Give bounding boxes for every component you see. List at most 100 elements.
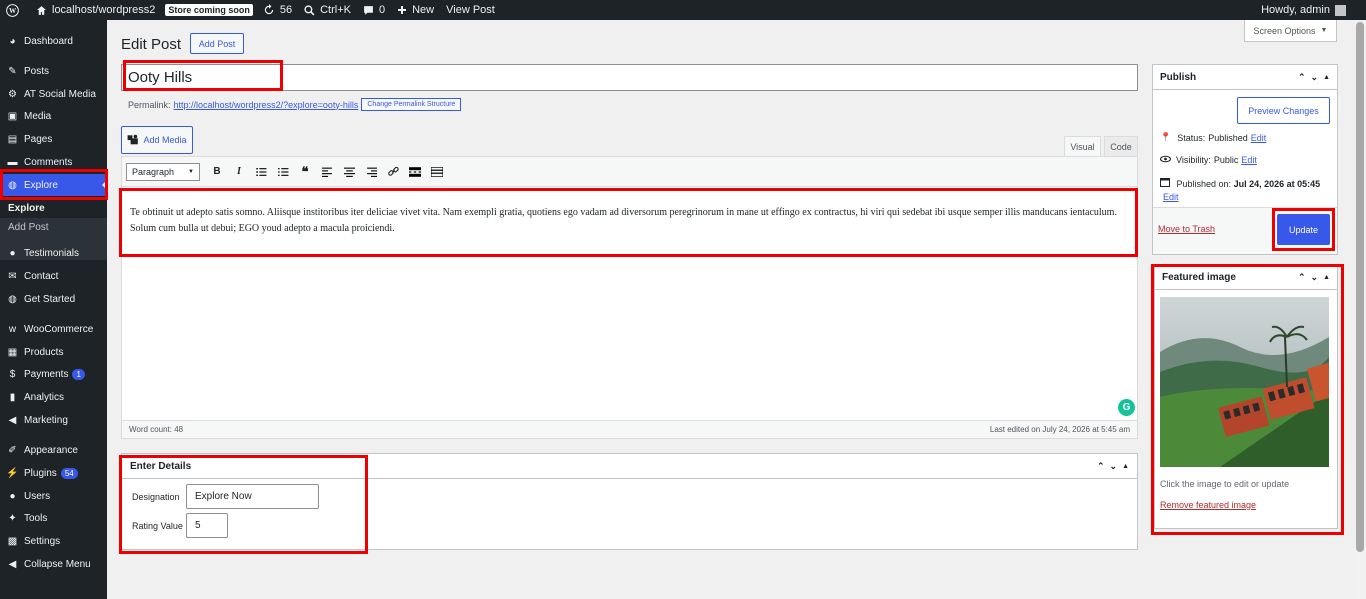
search-icon bbox=[304, 4, 315, 15]
sidebar-item-label: Media bbox=[24, 110, 52, 122]
sidebar-item-posts[interactable]: ✎ Posts bbox=[0, 60, 107, 82]
status-label: Status: bbox=[1177, 132, 1206, 143]
toggle-panel-icon[interactable]: ▲ bbox=[1323, 74, 1330, 81]
current-arrow-icon bbox=[102, 180, 107, 190]
update-button[interactable]: Update bbox=[1277, 214, 1330, 245]
updates-count: 56 bbox=[279, 4, 293, 16]
page-scrollbar[interactable] bbox=[1354, 20, 1366, 599]
move-up-icon[interactable]: ⌃ bbox=[1298, 72, 1306, 83]
add-media-button[interactable]: Add Media bbox=[121, 126, 193, 154]
preview-changes-button[interactable]: Preview Changes bbox=[1237, 97, 1330, 124]
comments-link[interactable]: 0 bbox=[357, 0, 391, 20]
sidebar-item-appearance[interactable]: ✐ Appearance bbox=[0, 439, 107, 461]
featured-image[interactable] bbox=[1160, 297, 1329, 467]
sidebar-item-get-started[interactable]: ◍ Get Started bbox=[0, 288, 107, 310]
align-center-icon[interactable] bbox=[338, 163, 360, 181]
sidebar-item-label: Users bbox=[24, 490, 51, 502]
updates-icon bbox=[264, 4, 274, 15]
plus-icon bbox=[398, 6, 407, 14]
align-left-icon[interactable] bbox=[316, 163, 338, 181]
sidebar-item-users[interactable]: ● Users bbox=[0, 485, 107, 507]
sidebar-item-label: Marketing bbox=[24, 414, 68, 426]
move-up-icon[interactable]: ⌃ bbox=[1097, 461, 1105, 472]
account-menu[interactable]: Howdy, admin bbox=[1261, 0, 1346, 20]
globe-icon: ◍ bbox=[8, 293, 17, 305]
post-title-input[interactable]: Ooty Hills bbox=[121, 64, 1138, 91]
sidebar-item-tools[interactable]: ✦ Tools bbox=[0, 507, 107, 529]
sidebar-item-plugins[interactable]: ⚡ Plugins 54 bbox=[0, 462, 107, 484]
format-value: Paragraph bbox=[132, 166, 175, 177]
toggle-panel-icon[interactable]: ▲ bbox=[1122, 463, 1129, 470]
submenu-add-post[interactable]: Add Post bbox=[8, 222, 49, 233]
howdy-label: Howdy, admin bbox=[1261, 4, 1330, 16]
sidebar-item-collapse-menu[interactable]: ◀ Collapse Menu bbox=[0, 553, 107, 575]
numbered-list-icon[interactable] bbox=[272, 163, 294, 181]
link-icon[interactable] bbox=[382, 163, 404, 181]
read-more-icon[interactable] bbox=[404, 163, 426, 181]
remove-featured-image-link[interactable]: Remove featured image bbox=[1160, 500, 1256, 510]
sidebar-item-analytics[interactable]: ▮ Analytics bbox=[0, 386, 107, 408]
sidebar-item-explore[interactable]: ◍ Explore bbox=[0, 174, 107, 196]
sidebar-item-marketing[interactable]: ◀ Marketing bbox=[0, 409, 107, 431]
scrollbar-thumb[interactable] bbox=[1356, 22, 1364, 552]
sidebar-item-testimonials[interactable]: ● Testimonials bbox=[0, 242, 107, 264]
view-post-link[interactable]: View Post bbox=[440, 0, 501, 20]
bold-icon[interactable]: B bbox=[206, 163, 228, 181]
site-name: localhost/wordpress2 bbox=[52, 4, 156, 16]
align-right-icon[interactable] bbox=[360, 163, 382, 181]
sidebar-item-contact[interactable]: ✉ Contact bbox=[0, 265, 107, 287]
updates-link[interactable]: 56 bbox=[257, 0, 298, 20]
screen-options-button[interactable]: Screen Options ▼ bbox=[1244, 20, 1337, 42]
permalink-url[interactable]: http://localhost/wordpress2/?explore=oot… bbox=[174, 100, 359, 110]
move-down-icon[interactable]: ⌄ bbox=[1311, 72, 1319, 83]
bullet-list-icon[interactable] bbox=[250, 163, 272, 181]
sidebar-item-at-social-media[interactable]: ⚙ AT Social Media bbox=[0, 83, 107, 105]
edit-date-link[interactable]: Edit bbox=[1163, 192, 1179, 202]
wordpress-logo-icon[interactable]: W bbox=[0, 0, 30, 20]
new-label: New bbox=[412, 4, 435, 16]
italic-icon[interactable]: I bbox=[228, 163, 250, 181]
visibility-row: Visibility: Public Edit bbox=[1160, 155, 1257, 165]
tab-code[interactable]: Code bbox=[1104, 136, 1138, 157]
change-permalink-button[interactable]: Change Permalink Structure bbox=[361, 98, 462, 111]
sidebar-item-woocommerce[interactable]: w WooCommerce bbox=[0, 318, 107, 340]
sidebar-item-pages[interactable]: ▤ Pages bbox=[0, 128, 107, 150]
sidebar-item-dashboard[interactable]: ◕ Dashboard bbox=[0, 30, 107, 52]
dollar-icon: $ bbox=[9, 368, 16, 380]
designation-input[interactable]: Explore Now bbox=[186, 484, 319, 509]
media-icon bbox=[127, 134, 139, 147]
add-post-button[interactable]: Add Post bbox=[190, 33, 244, 54]
move-up-icon[interactable]: ⌃ bbox=[1298, 272, 1306, 283]
tab-visual[interactable]: Visual bbox=[1064, 136, 1101, 157]
toggle-panel-icon[interactable]: ▲ bbox=[1323, 274, 1330, 281]
rating-input[interactable]: 5 bbox=[186, 513, 228, 538]
move-to-trash-link[interactable]: Move to Trash bbox=[1158, 224, 1215, 234]
editor-content[interactable]: Te obtinuit ut adepto satis somno. Aliis… bbox=[130, 205, 1130, 237]
site-name-link[interactable]: localhost/wordpress2 bbox=[30, 0, 161, 20]
calendar-icon bbox=[1160, 178, 1173, 189]
new-content-link[interactable]: New bbox=[391, 0, 440, 20]
page-icon: ▤ bbox=[7, 133, 18, 145]
sidebar-item-comments[interactable]: ▬ Comments bbox=[0, 151, 107, 173]
visibility-value: Public bbox=[1213, 155, 1239, 165]
format-select[interactable]: Paragraph ▼ bbox=[126, 162, 200, 181]
edit-status-link[interactable]: Edit bbox=[1251, 133, 1267, 143]
blockquote-icon[interactable]: ❝ bbox=[294, 163, 316, 181]
submenu-explore[interactable]: Explore bbox=[8, 203, 45, 214]
comments-count: 0 bbox=[378, 4, 386, 16]
store-status-badge[interactable]: Store coming soon bbox=[165, 4, 253, 16]
command-search[interactable]: Ctrl+K bbox=[298, 0, 357, 20]
edit-visibility-link[interactable]: Edit bbox=[1241, 155, 1257, 165]
grammarly-icon[interactable]: G bbox=[1118, 399, 1135, 416]
sidebar-item-payments[interactable]: $ Payments 1 bbox=[0, 363, 107, 385]
rating-label: Rating Value bbox=[132, 521, 183, 531]
move-down-icon[interactable]: ⌄ bbox=[1311, 272, 1319, 283]
sidebar-item-media[interactable]: ▣ Media bbox=[0, 105, 107, 127]
sidebar-item-settings[interactable]: ▩ Settings bbox=[0, 530, 107, 552]
toolbar-toggle-icon[interactable] bbox=[426, 163, 448, 181]
move-down-icon[interactable]: ⌄ bbox=[1110, 461, 1118, 472]
last-edited: Last edited on July 24, 2026 at 5:45 am bbox=[989, 425, 1130, 434]
page-title: Edit Post bbox=[121, 36, 182, 53]
sidebar-item-label: Pages bbox=[24, 133, 53, 145]
sidebar-item-products[interactable]: ▦ Products bbox=[0, 341, 107, 363]
